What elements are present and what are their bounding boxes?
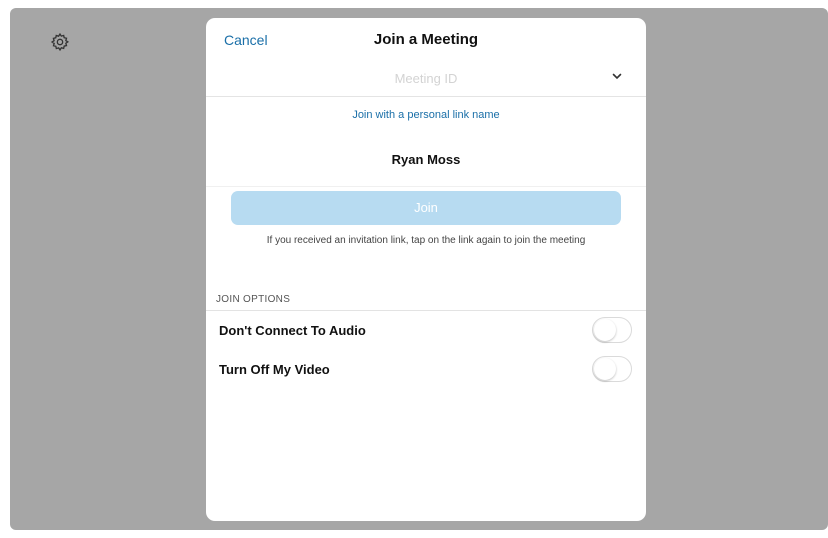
- audio-toggle[interactable]: [592, 317, 632, 343]
- toggle-knob: [594, 358, 616, 380]
- options-divider: [206, 310, 646, 311]
- dialog-title: Join a Meeting: [373, 31, 479, 48]
- display-name-field[interactable]: Ryan Moss: [206, 152, 646, 167]
- gear-icon[interactable]: [50, 32, 70, 52]
- personal-link-name-link[interactable]: Join with a personal link name: [206, 109, 646, 121]
- option-row-audio: Don't Connect To Audio: [206, 313, 646, 349]
- option-label-video: Turn Off My Video: [219, 362, 330, 377]
- invitation-hint-text: If you received an invitation link, tap …: [266, 235, 586, 246]
- toggle-knob: [594, 319, 616, 341]
- join-button[interactable]: Join: [231, 191, 621, 225]
- meeting-id-row: [206, 58, 646, 97]
- name-field-divider: [206, 186, 646, 187]
- option-row-video: Turn Off My Video: [206, 352, 646, 388]
- video-toggle[interactable]: [592, 356, 632, 382]
- chevron-down-icon[interactable]: [610, 69, 624, 83]
- join-options-header: JOIN OPTIONS: [216, 294, 291, 305]
- option-label-audio: Don't Connect To Audio: [219, 323, 366, 338]
- join-meeting-dialog: Cancel Join a Meeting Join with a person…: [206, 18, 646, 521]
- meeting-id-input[interactable]: [266, 66, 586, 90]
